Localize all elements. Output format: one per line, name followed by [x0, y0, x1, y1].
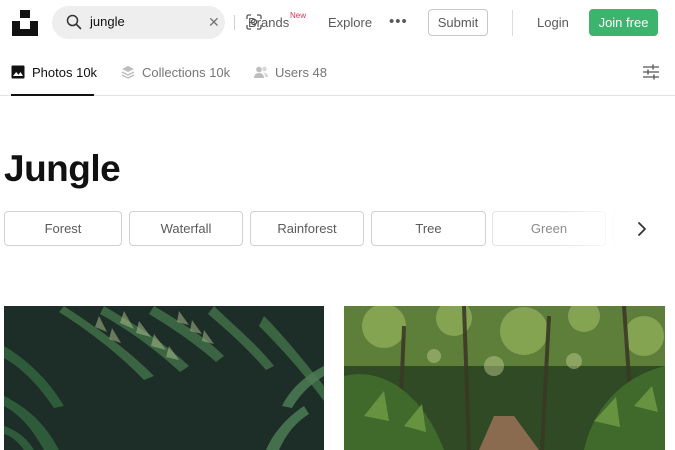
chip-green[interactable]: Green — [492, 211, 606, 246]
tab-collections[interactable]: Collections 10k — [121, 50, 231, 95]
unsplash-logo-icon[interactable] — [12, 10, 38, 36]
submit-button[interactable]: Submit — [428, 9, 488, 36]
page-title: Jungle — [4, 148, 121, 189]
explore-link[interactable]: Explore — [328, 15, 372, 30]
photo-card[interactable] — [344, 306, 665, 450]
search-type-tabs: Photos 10k Collections 10k Users 48 — [0, 50, 675, 96]
top-navbar: jungle ✕ Brands New Explore ••• Submit L… — [0, 0, 675, 46]
header-divider — [512, 10, 513, 36]
tab-photos[interactable]: Photos 10k — [11, 50, 98, 96]
chip-forest[interactable]: Forest — [4, 211, 122, 246]
users-icon — [254, 66, 268, 78]
new-badge: New — [290, 11, 307, 20]
search-icon — [66, 14, 82, 30]
collections-icon — [121, 66, 135, 79]
brands-link[interactable]: Brands — [248, 15, 289, 30]
chip-rainforest[interactable]: Rainforest — [250, 211, 364, 246]
search-divider — [234, 15, 235, 30]
filter-sliders-icon[interactable] — [642, 63, 660, 81]
search-input[interactable]: jungle — [90, 14, 125, 29]
photo-card[interactable] — [4, 306, 324, 450]
tab-collections-label: Collections 10k — [142, 65, 231, 80]
photo-ferns — [4, 306, 324, 450]
chip-waterfall[interactable]: Waterfall — [129, 211, 243, 246]
chevron-right-icon[interactable] — [631, 218, 653, 240]
more-menu-button[interactable]: ••• — [389, 13, 408, 30]
close-icon[interactable]: ✕ — [208, 14, 220, 30]
tab-users[interactable]: Users 48 — [254, 50, 329, 95]
chip-tree[interactable]: Tree — [371, 211, 486, 246]
tab-photos-label: Photos 10k — [32, 65, 98, 80]
search-bar[interactable]: jungle ✕ — [52, 6, 262, 39]
photo-jungle-path — [344, 306, 665, 450]
active-tab-indicator — [11, 94, 94, 96]
tab-users-label: Users 48 — [275, 65, 328, 80]
image-icon — [11, 65, 25, 79]
join-free-button[interactable]: Join free — [589, 9, 658, 36]
login-link[interactable]: Login — [537, 15, 569, 30]
